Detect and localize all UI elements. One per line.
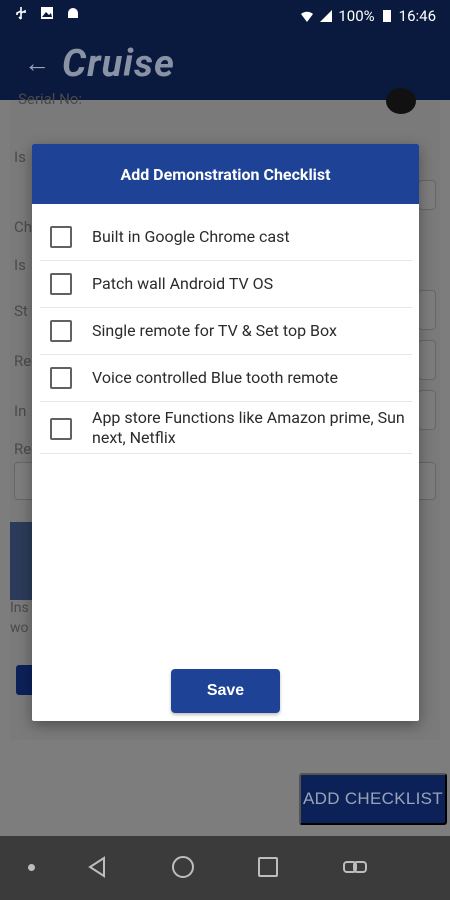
- status-bar: 100% 16:46: [0, 0, 450, 32]
- android-icon: [68, 8, 78, 18]
- bg-row-2: Ch: [14, 218, 33, 236]
- wifi-icon: [301, 11, 314, 22]
- checkbox[interactable]: [50, 418, 72, 440]
- status-right: 100% 16:46: [300, 7, 436, 25]
- bg-field: [418, 290, 436, 330]
- checklist-dialog: Add Demonstration Checklist Built in Goo…: [32, 144, 419, 721]
- navigation-bar: [0, 836, 450, 900]
- checklist-item-label: Patch wall Android TV OS: [92, 274, 274, 293]
- checklist-item-label: App store Functions like Amazon prime, S…: [92, 408, 405, 447]
- bg-thumbnail: [10, 522, 32, 600]
- bg-field: [418, 180, 436, 210]
- dialog-title: Add Demonstration Checklist: [32, 144, 419, 204]
- checkbox[interactable]: [50, 367, 72, 389]
- checklist-item-label: Voice controlled Blue tooth remote: [92, 368, 338, 387]
- save-button[interactable]: Save: [171, 669, 280, 713]
- usb-icon: [16, 7, 26, 20]
- signal-icon: [320, 10, 333, 22]
- nav-switch-app-icon[interactable]: [342, 856, 368, 878]
- checklist-item[interactable]: Built in Google Chrome cast: [40, 214, 412, 261]
- bg-install-text-1: Ins: [10, 600, 29, 616]
- battery-icon: [382, 10, 391, 22]
- bg-row-3: Is: [14, 256, 26, 274]
- checklist-item[interactable]: Patch wall Android TV OS: [40, 261, 412, 308]
- back-arrow-icon[interactable]: ←: [24, 48, 50, 79]
- checklist-item-label: Single remote for TV & Set top Box: [92, 321, 337, 340]
- nav-dot-icon[interactable]: [28, 864, 35, 871]
- battery-percent: 100%: [338, 7, 375, 25]
- status-time: 16:46: [398, 7, 436, 25]
- bg-row-7: Re: [14, 440, 32, 458]
- avatar: [386, 88, 416, 114]
- image-icon: [41, 7, 53, 19]
- bg-field: [418, 390, 436, 430]
- serial-label: Serial No:: [18, 90, 83, 108]
- nav-back-icon[interactable]: [86, 856, 108, 878]
- checklist-item[interactable]: Single remote for TV & Set top Box: [40, 308, 412, 355]
- bg-row-4: St: [14, 302, 28, 320]
- nav-home-icon[interactable]: [172, 856, 194, 878]
- checklist-item[interactable]: Voice controlled Blue tooth remote: [40, 355, 412, 402]
- status-left-icons: [14, 6, 80, 20]
- add-checklist-button[interactable]: ADD CHECKLIST: [299, 773, 447, 825]
- checkbox[interactable]: [50, 320, 72, 342]
- checklist-item-label: Built in Google Chrome cast: [92, 227, 290, 246]
- checkbox[interactable]: [50, 273, 72, 295]
- brand-logo: Cruise: [62, 42, 175, 86]
- checkbox[interactable]: [50, 226, 72, 248]
- checklist-item[interactable]: App store Functions like Amazon prime, S…: [40, 402, 412, 454]
- bg-row-1: Is: [14, 148, 26, 166]
- bg-install-text-2: wo: [10, 620, 29, 636]
- bg-row-6: In: [14, 402, 27, 420]
- checklist: Built in Google Chrome cast Patch wall A…: [40, 214, 412, 454]
- nav-recents-icon[interactable]: [258, 857, 278, 877]
- bg-field: [418, 340, 436, 380]
- bg-row-5: Re: [14, 352, 32, 370]
